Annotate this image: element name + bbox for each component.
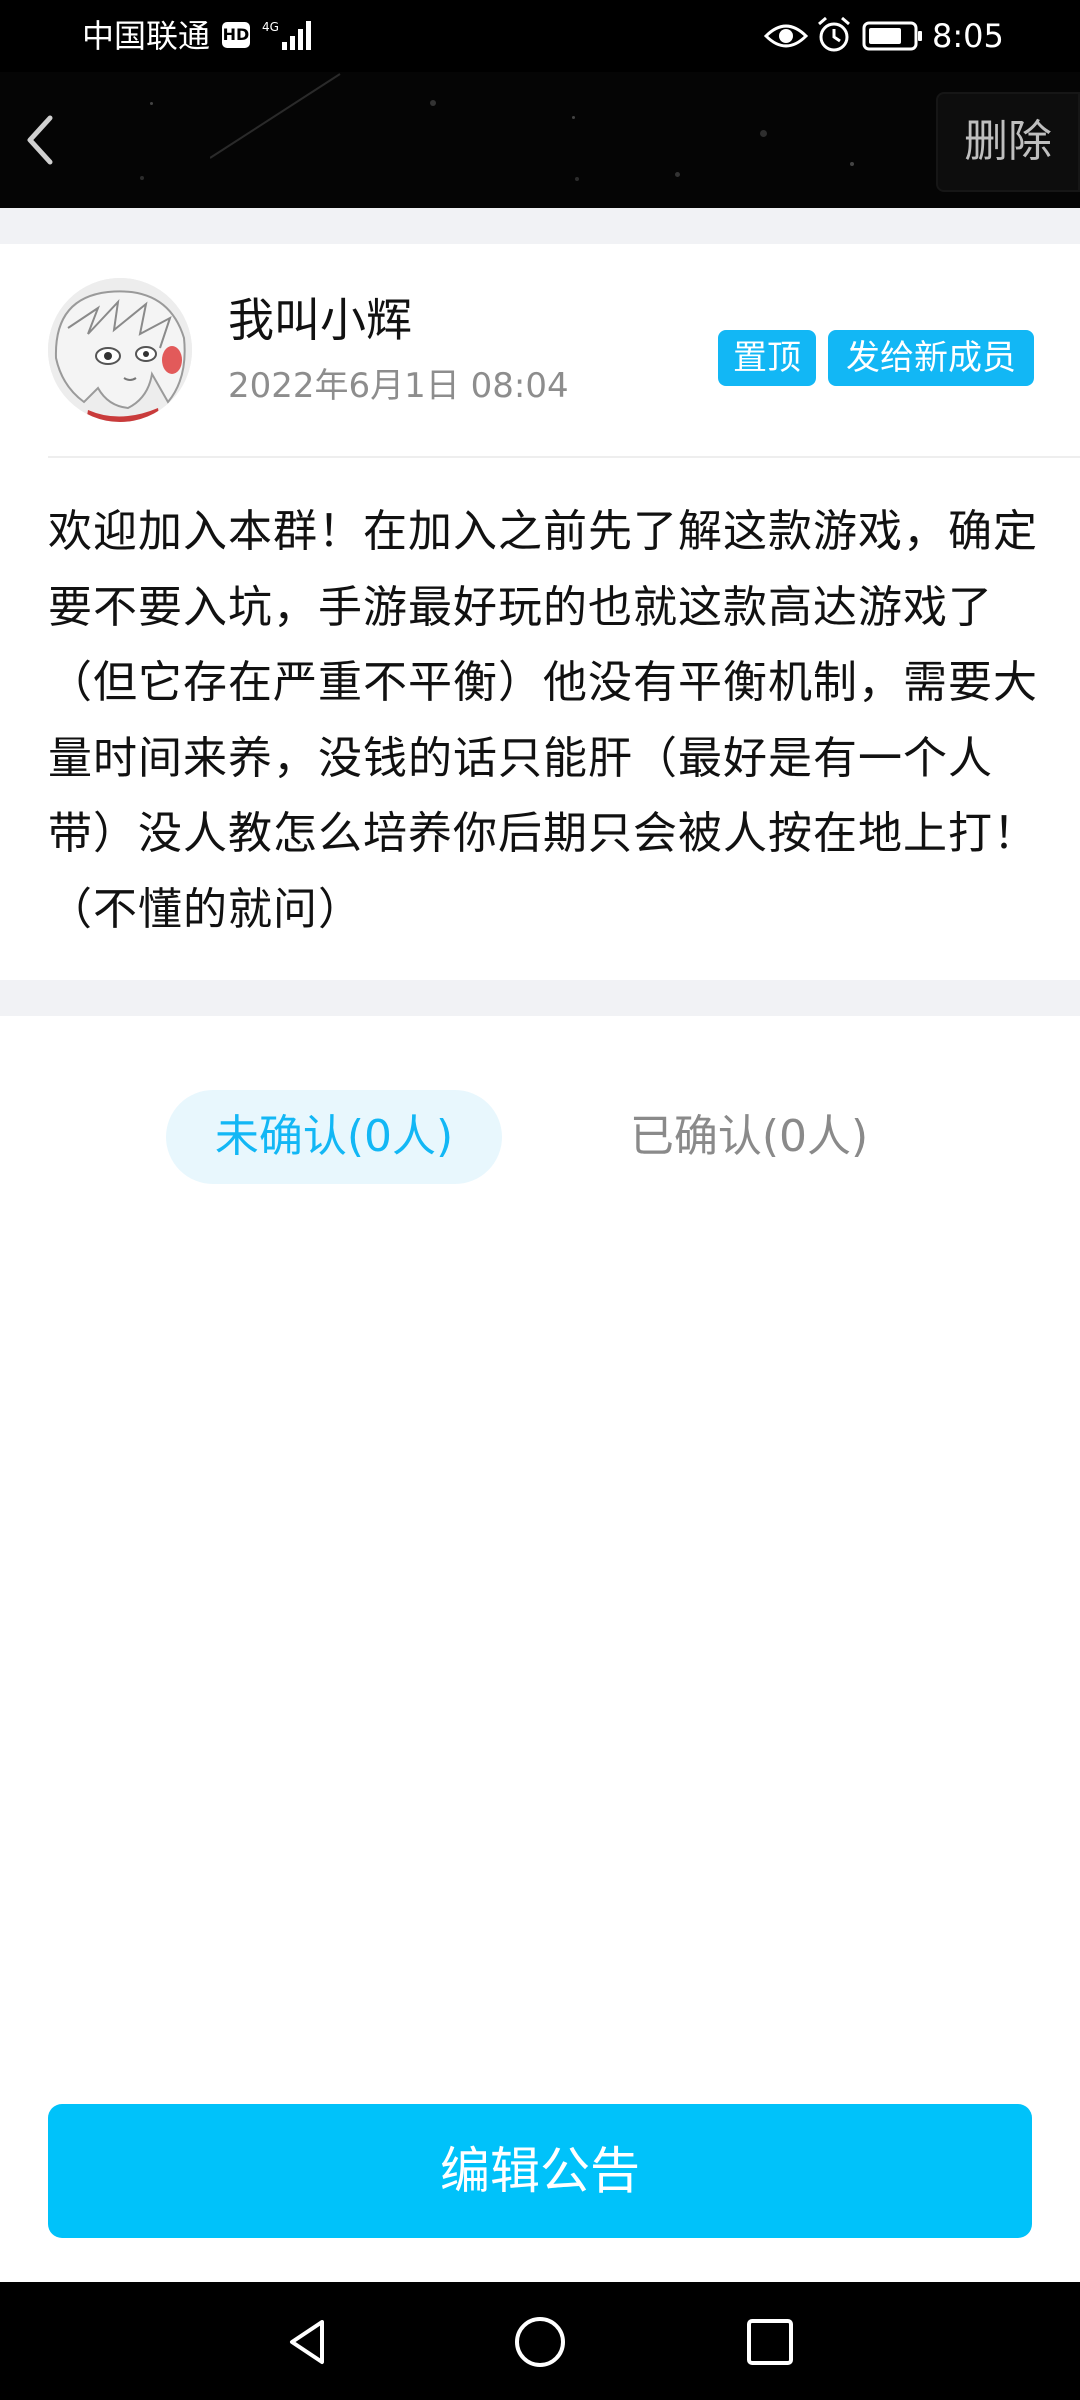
nav-back-icon[interactable] xyxy=(280,2314,336,2370)
battery-icon xyxy=(862,21,922,51)
nav-recent-icon[interactable] xyxy=(742,2314,798,2370)
tab-unconfirmed[interactable]: 未确认(0人) xyxy=(166,1090,502,1184)
avatar[interactable] xyxy=(48,278,192,422)
signal-4g-icon: 4G xyxy=(262,20,311,50)
section-gap xyxy=(0,208,1080,244)
carrier-name: 中国联通 xyxy=(82,17,211,55)
pinned-badge: 置顶 xyxy=(718,330,816,386)
title-bar: 删除 xyxy=(0,72,1080,208)
navigation-bar xyxy=(0,2282,1080,2400)
divider xyxy=(48,456,1080,458)
tab-confirmed[interactable]: 已确认(0人) xyxy=(604,1090,894,1184)
alarm-icon xyxy=(818,16,850,52)
hd-icon: HD xyxy=(222,22,250,48)
clock: 8:05 xyxy=(932,17,1004,55)
post-date: 2022年6月1日 08:04 xyxy=(228,366,569,406)
author-name: 我叫小辉 xyxy=(228,293,412,347)
announcement-content: 欢迎加入本群！在加入之前先了解这款游戏，确定要不要入坑，手游最好玩的也就这款高达… xyxy=(48,506,1038,935)
status-bar: 中国联通 HD 4G 8:05 xyxy=(0,0,1080,72)
shooting-star-decoration xyxy=(210,73,341,159)
delete-button[interactable]: 删除 xyxy=(936,92,1080,192)
svg-text:4G: 4G xyxy=(262,20,279,34)
back-icon[interactable] xyxy=(22,110,58,170)
edit-announcement-button[interactable]: 编辑公告 xyxy=(48,2104,1032,2238)
section-gap xyxy=(0,980,1080,1016)
send-to-new-members-badge: 发给新成员 xyxy=(828,330,1034,386)
eye-icon xyxy=(764,24,808,48)
nav-home-icon[interactable] xyxy=(512,2314,568,2370)
